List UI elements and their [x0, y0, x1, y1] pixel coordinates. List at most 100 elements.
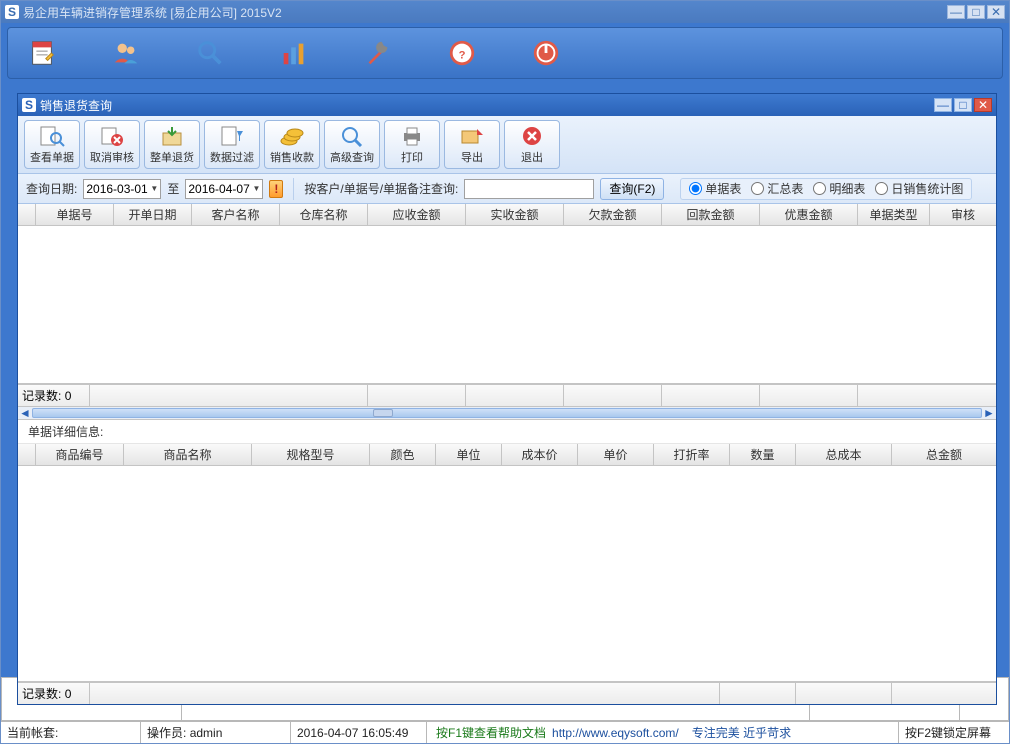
child-toolbar: 查看单据 取消审核 整单退货 数据过滤 销售收款 高级查询 打印 导出 退出	[18, 116, 996, 174]
search-input[interactable]	[464, 179, 594, 199]
radio-doc-table[interactable]: 单据表	[689, 180, 741, 197]
col-prod-name[interactable]: 商品名称	[124, 444, 252, 465]
coins-icon	[278, 124, 306, 148]
exit-button[interactable]: 退出	[504, 120, 560, 169]
record-count-label: 记录数: 0	[18, 385, 90, 406]
col-discount[interactable]: 优惠金额	[760, 204, 858, 225]
top-help-icon[interactable]: ?	[438, 33, 486, 73]
status-account: 当前帐套:	[1, 722, 141, 743]
export-button[interactable]: 导出	[444, 120, 500, 169]
full-return-button[interactable]: 整单退货	[144, 120, 200, 169]
col-warehouse[interactable]: 仓库名称	[280, 204, 368, 225]
col-doc-no[interactable]: 单据号	[36, 204, 114, 225]
col-total-amt[interactable]: 总金额	[892, 444, 996, 465]
date-label: 查询日期:	[26, 180, 77, 197]
date-alert-icon[interactable]: !	[269, 180, 283, 198]
child-window: S 销售退货查询 — □ ✕ 查看单据 取消审核 整单退货 数据过滤 销售收款 …	[17, 93, 997, 705]
help-link[interactable]: http://www.eqysoft.com/	[552, 726, 679, 740]
top-users-icon[interactable]	[102, 33, 150, 73]
exit-icon	[518, 124, 546, 148]
status-datetime: 2016-04-07 16:05:49	[291, 722, 427, 743]
search-label: 按客户/单据号/单据备注查询:	[304, 180, 458, 197]
col-discount-rate[interactable]: 打折率	[654, 444, 730, 465]
top-tools-icon[interactable]	[354, 33, 402, 73]
col-price[interactable]: 单价	[578, 444, 654, 465]
col-received[interactable]: 实收金额	[466, 204, 564, 225]
dropdown-icon: ▼	[252, 184, 260, 193]
close-button[interactable]: ✕	[987, 5, 1005, 19]
cancel-audit-icon	[98, 124, 126, 148]
row-header	[18, 444, 36, 465]
col-receivable[interactable]: 应收金额	[368, 204, 466, 225]
col-color[interactable]: 颜色	[370, 444, 436, 465]
top-grid-body[interactable]	[18, 226, 996, 384]
bottom-grid: 商品编号 商品名称 规格型号 颜色 单位 成本价 单价 打折率 数量 总成本 总…	[18, 444, 996, 704]
col-total-cost[interactable]: 总成本	[796, 444, 892, 465]
view-mode-radios: 单据表 汇总表 明细表 日销售统计图	[680, 178, 972, 200]
sales-receipt-button[interactable]: 销售收款	[264, 120, 320, 169]
bottom-grid-header: 商品编号 商品名称 规格型号 颜色 单位 成本价 单价 打折率 数量 总成本 总…	[18, 444, 996, 466]
main-body: ? S 销售退货查询 — □ ✕ 查看单据 取消审核 整单退货 数据过滤 销售收…	[1, 23, 1009, 677]
bottom-status-bar: 当前帐套: 操作员: admin 2016-04-07 16:05:49 按F1…	[1, 721, 1009, 743]
view-doc-button[interactable]: 查看单据	[24, 120, 80, 169]
status-lock: 按F2键锁定屏幕	[899, 722, 1009, 743]
child-titlebar: S 销售退货查询 — □ ✕	[18, 94, 996, 116]
child-close-button[interactable]: ✕	[974, 98, 992, 112]
data-filter-button[interactable]: 数据过滤	[204, 120, 260, 169]
row-header	[18, 204, 36, 225]
printer-icon	[398, 124, 426, 148]
filter-icon	[218, 124, 246, 148]
col-owed[interactable]: 欠款金额	[564, 204, 662, 225]
dropdown-icon: ▼	[150, 184, 158, 193]
bottom-grid-footer: 记录数: 0	[18, 682, 996, 704]
top-search-icon[interactable]	[186, 33, 234, 73]
date-from-input[interactable]: 2016-03-01▼	[83, 179, 161, 199]
separator	[293, 178, 294, 200]
child-title: 销售退货查询	[40, 97, 932, 114]
col-returned[interactable]: 回款金额	[662, 204, 760, 225]
top-toolbar: ?	[7, 27, 1003, 79]
status-help: 按F1键查看帮助文档 http://www.eqysoft.com/ 专注完美 …	[427, 722, 899, 743]
col-doc-type[interactable]: 单据类型	[858, 204, 930, 225]
adv-query-button[interactable]: 高级查询	[324, 120, 380, 169]
export-icon	[458, 124, 486, 148]
top-notes-icon[interactable]	[18, 33, 66, 73]
status-operator: 操作员: admin	[141, 722, 291, 743]
query-button[interactable]: 查询(F2)	[600, 178, 664, 200]
top-chart-icon[interactable]	[270, 33, 318, 73]
col-qty[interactable]: 数量	[730, 444, 796, 465]
app-icon: S	[5, 5, 19, 19]
child-maximize-button[interactable]: □	[954, 98, 972, 112]
bottom-grid-body[interactable]	[18, 466, 996, 682]
col-audit[interactable]: 审核	[930, 204, 996, 225]
radio-daily-chart[interactable]: 日销售统计图	[875, 180, 963, 197]
minimize-button[interactable]: —	[947, 5, 965, 19]
doc-search-icon	[38, 124, 66, 148]
radio-summary[interactable]: 汇总表	[751, 180, 803, 197]
cancel-audit-button[interactable]: 取消审核	[84, 120, 140, 169]
horizontal-splitter[interactable]: ◄ ►	[18, 406, 996, 420]
radio-detail[interactable]: 明细表	[813, 180, 865, 197]
main-title: 易企用车辆进销存管理系统 [易企用公司] 2015V2	[23, 4, 945, 21]
col-cost[interactable]: 成本价	[502, 444, 578, 465]
svg-text:?: ?	[459, 50, 466, 62]
detail-label: 单据详细信息:	[18, 420, 996, 444]
child-minimize-button[interactable]: —	[934, 98, 952, 112]
maximize-button[interactable]: □	[967, 5, 985, 19]
child-icon: S	[22, 98, 36, 112]
col-spec[interactable]: 规格型号	[252, 444, 370, 465]
scroll-right-icon[interactable]: ►	[982, 407, 996, 419]
col-customer[interactable]: 客户名称	[192, 204, 280, 225]
main-window: S 易企用车辆进销存管理系统 [易企用公司] 2015V2 — □ ✕ ? S …	[0, 0, 1010, 744]
date-to-input[interactable]: 2016-04-07▼	[185, 179, 263, 199]
scrollbar-thumb[interactable]	[373, 409, 393, 417]
top-power-icon[interactable]	[522, 33, 570, 73]
scrollbar-track[interactable]	[32, 408, 982, 418]
return-icon	[158, 124, 186, 148]
scroll-left-icon[interactable]: ◄	[18, 407, 32, 419]
col-open-date[interactable]: 开单日期	[114, 204, 192, 225]
col-unit[interactable]: 单位	[436, 444, 502, 465]
main-titlebar: S 易企用车辆进销存管理系统 [易企用公司] 2015V2 — □ ✕	[1, 1, 1009, 23]
print-button[interactable]: 打印	[384, 120, 440, 169]
col-prod-no[interactable]: 商品编号	[36, 444, 124, 465]
